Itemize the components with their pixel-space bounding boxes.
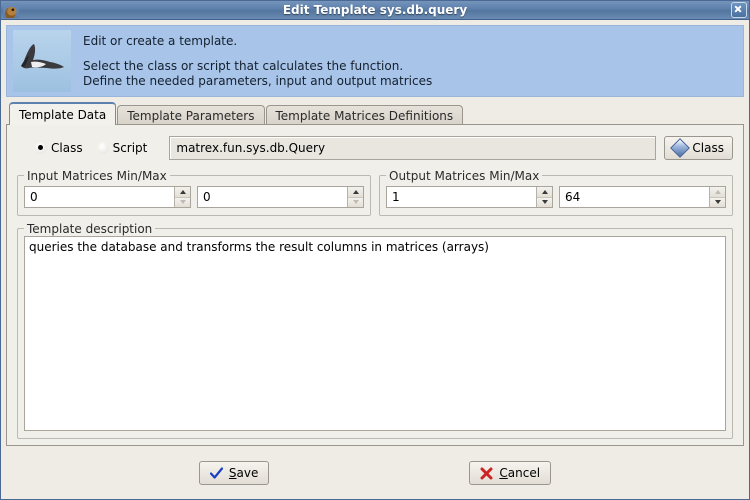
input-min-increment-button[interactable] <box>175 187 190 197</box>
red-x-icon <box>480 467 493 479</box>
output-spinners: 1 64 <box>386 186 726 208</box>
tab-template-data[interactable]: Template Data <box>9 102 117 125</box>
banner-line-2: Select the class or script that calculat… <box>83 58 404 73</box>
blue-diamond-icon <box>670 138 691 158</box>
output-min-decrement-button[interactable] <box>537 196 552 207</box>
radio-class[interactable]: Class <box>35 141 83 155</box>
output-matrices-group: Output Matrices Min/Max 1 64 <box>379 169 733 216</box>
source-selection-row: Class Script matrex.fun.sys.db.Query Cla… <box>17 135 733 161</box>
cancel-button[interactable]: Cancel <box>469 461 552 485</box>
input-min-spin-buttons <box>174 187 190 207</box>
edit-template-window: Edit Template sys.db.query Edit or creat… <box>0 0 750 500</box>
radio-script[interactable]: Script <box>96 141 148 155</box>
cancel-button-label: Cancel <box>499 466 540 480</box>
save-button-label: Save <box>229 466 258 480</box>
radio-class-label: Class <box>51 141 83 155</box>
input-min-value[interactable]: 0 <box>25 187 174 207</box>
output-max-spinner[interactable]: 64 <box>559 186 726 208</box>
banner-spacer <box>83 49 432 59</box>
input-max-spin-buttons <box>347 187 363 207</box>
input-max-spinner[interactable]: 0 <box>197 186 364 208</box>
tab-template-parameters[interactable]: Template Parameters <box>117 105 265 126</box>
template-description-group: Template description queries the databas… <box>17 222 733 439</box>
input-matrices-group: Input Matrices Min/Max 0 0 <box>17 169 371 216</box>
blue-check-icon <box>209 466 223 479</box>
radio-script-label: Script <box>112 141 148 155</box>
template-data-panel: Class Script matrex.fun.sys.db.Query Cla… <box>6 124 744 446</box>
output-matrices-title: Output Matrices Min/Max <box>386 169 543 183</box>
output-max-spin-buttons <box>709 187 725 207</box>
info-banner: Edit or create a template. Select the cl… <box>6 25 744 97</box>
cancel-button-text: ancel <box>507 466 541 480</box>
input-spinners: 0 0 <box>24 186 364 208</box>
output-min-spin-buttons <box>536 187 552 207</box>
output-max-decrement-button[interactable] <box>710 196 725 207</box>
banner-line-1: Edit or create a template. <box>83 33 238 48</box>
input-max-value[interactable]: 0 <box>198 187 347 207</box>
input-matrices-title: Input Matrices Min/Max <box>24 169 170 183</box>
title-bar: Edit Template sys.db.query <box>1 1 749 20</box>
input-min-decrement-button[interactable] <box>175 196 190 207</box>
input-max-increment-button[interactable] <box>348 187 363 197</box>
input-max-decrement-button[interactable] <box>348 196 363 207</box>
matrices-minmax-row: Input Matrices Min/Max 0 0 Output Matric… <box>17 169 733 216</box>
flying-hawk-photo <box>13 30 71 92</box>
tab-template-matrices-definitions[interactable]: Template Matrices Definitions <box>265 105 464 126</box>
template-description-title: Template description <box>24 222 156 236</box>
class-name-field[interactable]: matrex.fun.sys.db.Query <box>169 136 657 160</box>
output-min-increment-button[interactable] <box>537 187 552 197</box>
template-description-textarea[interactable]: queries the database and transforms the … <box>24 236 726 431</box>
save-button-mnemonic: S <box>228 466 237 480</box>
save-button[interactable]: Save <box>198 461 270 485</box>
source-type-radio-group: Class Script <box>17 141 161 155</box>
bird-silhouette-icon <box>21 44 64 69</box>
cancel-button-mnemonic: C <box>499 466 508 480</box>
banner-text: Edit or create a template. Select the cl… <box>83 30 432 92</box>
radio-script-indicator <box>96 142 109 154</box>
bird-head-icon <box>3 2 19 18</box>
radio-class-indicator <box>35 142 47 154</box>
output-max-increment-button[interactable] <box>710 187 725 197</box>
input-min-spinner[interactable]: 0 <box>24 186 191 208</box>
banner-region: Edit or create a template. Select the cl… <box>1 20 749 97</box>
choose-class-button[interactable]: Class <box>664 136 733 160</box>
banner-line-3: Define the needed parameters, input and … <box>83 73 433 88</box>
window-title: Edit Template sys.db.query <box>282 3 468 17</box>
dialog-footer: Save Cancel <box>1 447 749 499</box>
output-min-value[interactable]: 1 <box>387 187 536 207</box>
save-button-text: ave <box>236 466 259 480</box>
close-icon[interactable] <box>731 2 747 18</box>
output-max-value[interactable]: 64 <box>560 187 709 207</box>
output-min-spinner[interactable]: 1 <box>386 186 553 208</box>
tab-bar: Template Data Template Parameters Templa… <box>1 97 749 126</box>
choose-class-button-label: Class <box>692 141 724 155</box>
